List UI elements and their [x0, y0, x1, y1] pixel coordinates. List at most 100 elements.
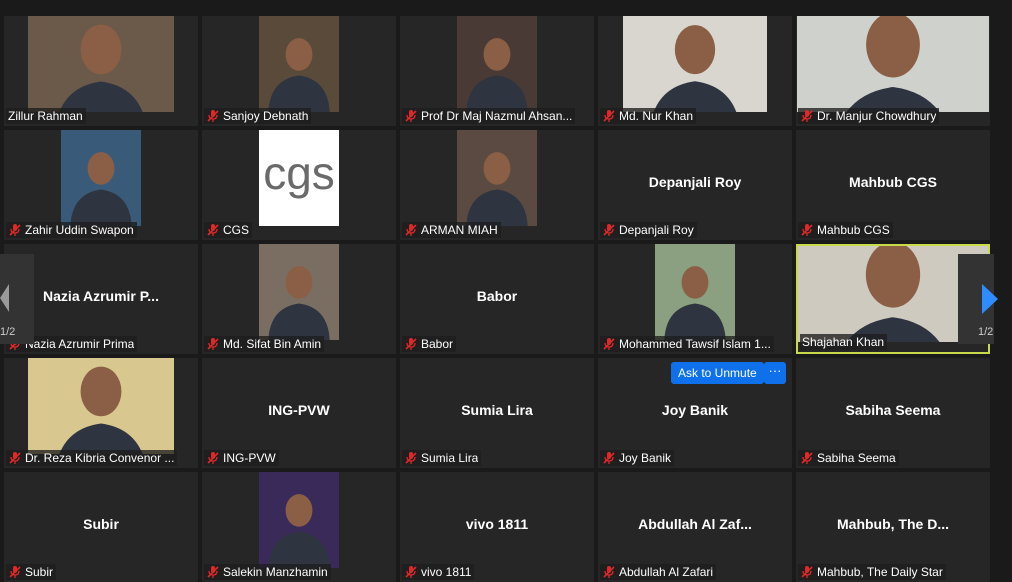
participant-name-label: Abdullah Al Zafari	[600, 564, 717, 580]
participant-video	[457, 130, 537, 226]
participant-tile[interactable]: vivo 1811 vivo 1811	[400, 472, 594, 582]
participant-name-label: Sabiha Seema	[798, 450, 899, 466]
participant-name: ING-PVW	[223, 451, 276, 465]
page-indicator: 1/2	[0, 326, 16, 338]
participant-tile[interactable]: Sanjoy Debnath	[202, 16, 396, 126]
mic-muted-icon	[207, 110, 219, 122]
participant-name: Sabiha Seema	[817, 451, 896, 465]
participant-name: Salekin Manzhamin	[223, 565, 328, 579]
participant-name: Shajahan Khan	[802, 335, 885, 349]
participant-tile[interactable]: Md. Nur Khan	[598, 16, 792, 126]
participant-tile[interactable]: Prof Dr Maj Nazmul Ahsan...	[400, 16, 594, 126]
next-page-button[interactable]: 1/2	[958, 254, 998, 344]
participant-name-label: Joy Banik	[600, 450, 675, 466]
mic-muted-icon	[9, 566, 21, 578]
person-silhouette	[268, 494, 330, 568]
participant-name: Depanjali Roy	[619, 223, 694, 237]
participant-tile[interactable]: Dr. Reza Kibria Convenor ...	[4, 358, 198, 468]
participant-name-label: Mahbub, The Daily Star	[798, 564, 946, 580]
participant-video: cgs	[259, 130, 339, 226]
prev-page-button[interactable]: 1/2	[0, 254, 34, 344]
participant-name-label: CGS	[204, 222, 253, 238]
chevron-right-icon	[982, 284, 998, 314]
person-silhouette	[466, 152, 528, 226]
participant-name: Subir	[25, 565, 54, 579]
mic-muted-icon	[405, 110, 417, 122]
participant-tile[interactable]: Salekin Manzhamin	[202, 472, 396, 582]
participant-display-name: vivo 1811	[465, 516, 529, 532]
participant-name-label: Dr. Reza Kibria Convenor ...	[6, 450, 178, 466]
participant-name: CGS	[223, 223, 250, 237]
participant-display-name: Subir	[83, 516, 119, 532]
participant-tile[interactable]: Mohammed Tawsif Islam 1...	[598, 244, 792, 354]
mic-muted-icon	[801, 452, 813, 464]
person-silhouette	[846, 16, 940, 112]
participant-name-label: Salekin Manzhamin	[204, 564, 331, 580]
mic-muted-icon	[405, 338, 417, 350]
mic-muted-icon	[9, 452, 21, 464]
mic-muted-icon	[207, 224, 219, 236]
person-silhouette	[466, 38, 528, 112]
participant-tile[interactable]: Zillur Rahman	[4, 16, 198, 126]
participant-tile[interactable]: Subir Subir	[4, 472, 198, 582]
participant-tile[interactable]: Zahir Uddin Swapon	[4, 130, 198, 240]
person-silhouette	[653, 25, 737, 112]
cgs-logo: cgs	[263, 147, 335, 199]
participant-name: Sanjoy Debnath	[223, 109, 309, 123]
participant-tile[interactable]: Depanjali Roy Depanjali Roy	[598, 130, 792, 240]
participant-tile[interactable]: ING-PVW ING-PVW	[202, 358, 396, 468]
participant-name-label: Md. Sifat Bin Amin	[204, 336, 325, 352]
participant-tile[interactable]: Mahbub CGS Mahbub CGS	[796, 130, 990, 240]
participant-name: Dr. Reza Kibria Convenor ...	[25, 451, 175, 465]
participant-display-name: Sabiha Seema	[845, 402, 941, 418]
participant-name: Mohammed Tawsif Islam 1...	[619, 337, 771, 351]
participant-display-name: Sumia Lira	[461, 402, 533, 418]
participant-name-label: Shajahan Khan	[800, 334, 888, 350]
participant-tile[interactable]: Babor Babor	[400, 244, 594, 354]
mic-muted-icon	[207, 452, 219, 464]
mic-muted-icon	[207, 566, 219, 578]
participant-display-name: Mahbub CGS	[849, 174, 937, 190]
participant-tile[interactable]: Dr. Manjur Chowdhury	[796, 16, 990, 126]
participant-display-name: Joy Banik	[661, 402, 729, 418]
mic-muted-icon	[405, 224, 417, 236]
participant-tile[interactable]: Sabiha Seema Sabiha Seema	[796, 358, 990, 468]
mic-muted-icon	[603, 452, 615, 464]
participant-name-label: Md. Nur Khan	[600, 108, 697, 124]
person-silhouette	[70, 152, 132, 226]
mic-muted-icon	[603, 224, 615, 236]
participant-tile[interactable]: Sumia Lira Sumia Lira	[400, 358, 594, 468]
mic-muted-icon	[603, 338, 615, 350]
participant-tile[interactable]: ARMAN MIAH	[400, 130, 594, 240]
participant-name-label: Sumia Lira	[402, 450, 482, 466]
participant-name-label: vivo 1811	[402, 564, 475, 580]
participant-video	[259, 16, 339, 112]
participant-name: Joy Banik	[619, 451, 672, 465]
mic-muted-icon	[207, 338, 219, 350]
participant-name-label: Depanjali Roy	[600, 222, 697, 238]
participant-name-label: Zillur Rahman	[6, 108, 86, 124]
participant-display-name: Babor	[476, 288, 518, 304]
participant-tile[interactable]: Mahbub, The D... Mahbub, The Daily Star	[796, 472, 990, 582]
participant-tile[interactable]: Abdullah Al Zaf... Abdullah Al Zafari	[598, 472, 792, 582]
participant-name-label: Mohammed Tawsif Islam 1...	[600, 336, 774, 352]
person-silhouette	[59, 24, 143, 112]
mic-muted-icon	[405, 566, 417, 578]
participant-name: Mahbub CGS	[817, 223, 890, 237]
mic-muted-icon	[801, 224, 813, 236]
more-options-button[interactable]: ···	[764, 362, 786, 384]
participant-display-name: Abdullah Al Zaf...	[638, 516, 752, 532]
page-indicator: 1/2	[978, 326, 994, 338]
participant-tile[interactable]: cgs CGS	[202, 130, 396, 240]
participant-tile[interactable]: Md. Sifat Bin Amin	[202, 244, 396, 354]
participant-name: Zahir Uddin Swapon	[25, 223, 134, 237]
participant-name-label: Mahbub CGS	[798, 222, 893, 238]
participant-name: Abdullah Al Zafari	[619, 565, 714, 579]
participant-name-label: Subir	[6, 564, 57, 580]
ask-to-unmute-button[interactable]: Ask to Unmute	[671, 362, 764, 384]
participant-name-label: Prof Dr Maj Nazmul Ahsan...	[402, 108, 576, 124]
participant-name-label: Zahir Uddin Swapon	[6, 222, 137, 238]
participant-name: ARMAN MIAH	[421, 223, 498, 237]
participant-name-label: Dr. Manjur Chowdhury	[798, 108, 940, 124]
person-silhouette	[268, 266, 330, 340]
